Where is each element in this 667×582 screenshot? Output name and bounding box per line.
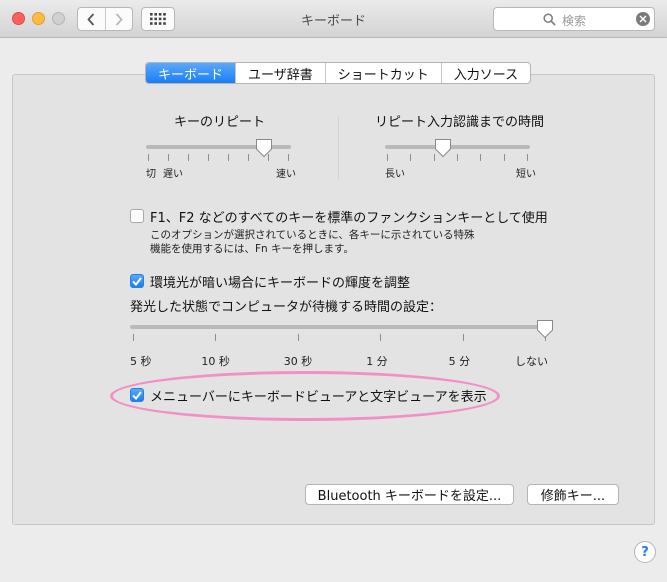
backlight-checkbox[interactable] [130,274,144,288]
search-placeholder: 検索 [562,14,587,28]
tab-shortcuts[interactable]: ショートカット [324,63,441,83]
repeat-delay-track[interactable] [385,145,530,149]
slider-tick [248,154,249,161]
idle-time-tick-label: 5 分 [448,355,471,368]
slider-divider [338,117,339,179]
idle-time-tick-label: 10 秒 [201,355,230,368]
viewer-checkbox[interactable] [130,388,144,402]
key-repeat-slow-label: 遅い [163,169,183,180]
idle-time-tick-label: 5 秒 [130,355,152,368]
key-repeat-off-label: 切 [146,169,156,180]
repeat-delay-slider-thumb[interactable] [434,138,452,158]
slider-tick [480,154,482,161]
slider-tick [188,154,189,161]
close-icon [639,15,647,23]
checkmark-icon [132,390,142,400]
slider-tick [133,334,134,341]
slider-tick [288,154,289,161]
preference-tabs: キーボード ユーザ辞書 ショートカット 入力ソース [145,62,532,84]
fn-keys-note-line2: 機能を使用するには、Fn キーを押します。 [150,243,354,255]
idle-time-track[interactable] [130,325,545,329]
tab-input-sources[interactable]: 入力ソース [440,63,530,83]
idle-time-tick-label: しない [515,355,548,368]
slider-tick [297,334,299,341]
clear-search-button[interactable] [636,12,650,26]
slider-tick [380,334,382,341]
repeat-delay-long-label: 長い [385,169,405,180]
tab-keyboard[interactable]: キーボード [146,63,236,83]
slider-tick [228,154,229,161]
idle-time-tick-label: 30 秒 [283,355,313,368]
fn-keys-checkbox[interactable] [130,209,144,223]
search-field[interactable]: 検索 [493,7,655,31]
idle-time-label: 発光した状態でコンピュータが待機する時間の設定： [130,300,443,315]
slider-tick [527,154,528,161]
viewer-label[interactable]: メニューバーにキーボードビューアと文字ビューアを表示 [150,386,487,405]
modifier-keys-button[interactable]: 修飾キー... [527,484,619,505]
slider-tick [410,154,412,161]
tab-user-dictionary[interactable]: ユーザ辞書 [235,63,325,83]
fn-keys-label[interactable]: F1、F2 などのすべてのキーを標準のファンクションキーとして使用 [150,207,548,226]
bluetooth-keyboard-setup-button[interactable]: Bluetooth キーボードを設定... [305,484,514,505]
keyboard-preferences-window: キーボード 検索 キーボード ユーザ辞書 ショートカット 入力ソース キーのリピ… [0,0,667,582]
key-repeat-label: キーのリピート [174,115,266,130]
idle-time-tick-label: 1 分 [366,355,388,368]
slider-tick [457,154,458,161]
checkmark-icon [132,276,142,286]
idle-time-slider-thumb[interactable] [536,319,554,339]
slider-tick [148,154,149,161]
slider-tick [215,334,217,341]
key-repeat-slider-thumb[interactable] [255,138,273,158]
slider-tick [503,154,505,161]
repeat-delay-short-label: 短い [516,169,536,180]
key-repeat-fast-label: 速い [276,169,296,180]
search-icon [543,13,556,26]
slider-tick [208,154,209,161]
slider-tick [462,334,464,341]
repeat-delay-label: リピート入力認識までの時間 [375,115,545,130]
help-button[interactable]: ? [634,541,656,563]
slider-tick [168,154,169,161]
fn-keys-note-line1: このオプションが選択されているときに、各キーに示されている特殊 [150,229,475,241]
title-bar: キーボード 検索 [0,0,667,38]
backlight-label[interactable]: 環境光が暗い場合にキーボードの輝度を調整 [150,272,410,291]
slider-tick [387,154,388,161]
